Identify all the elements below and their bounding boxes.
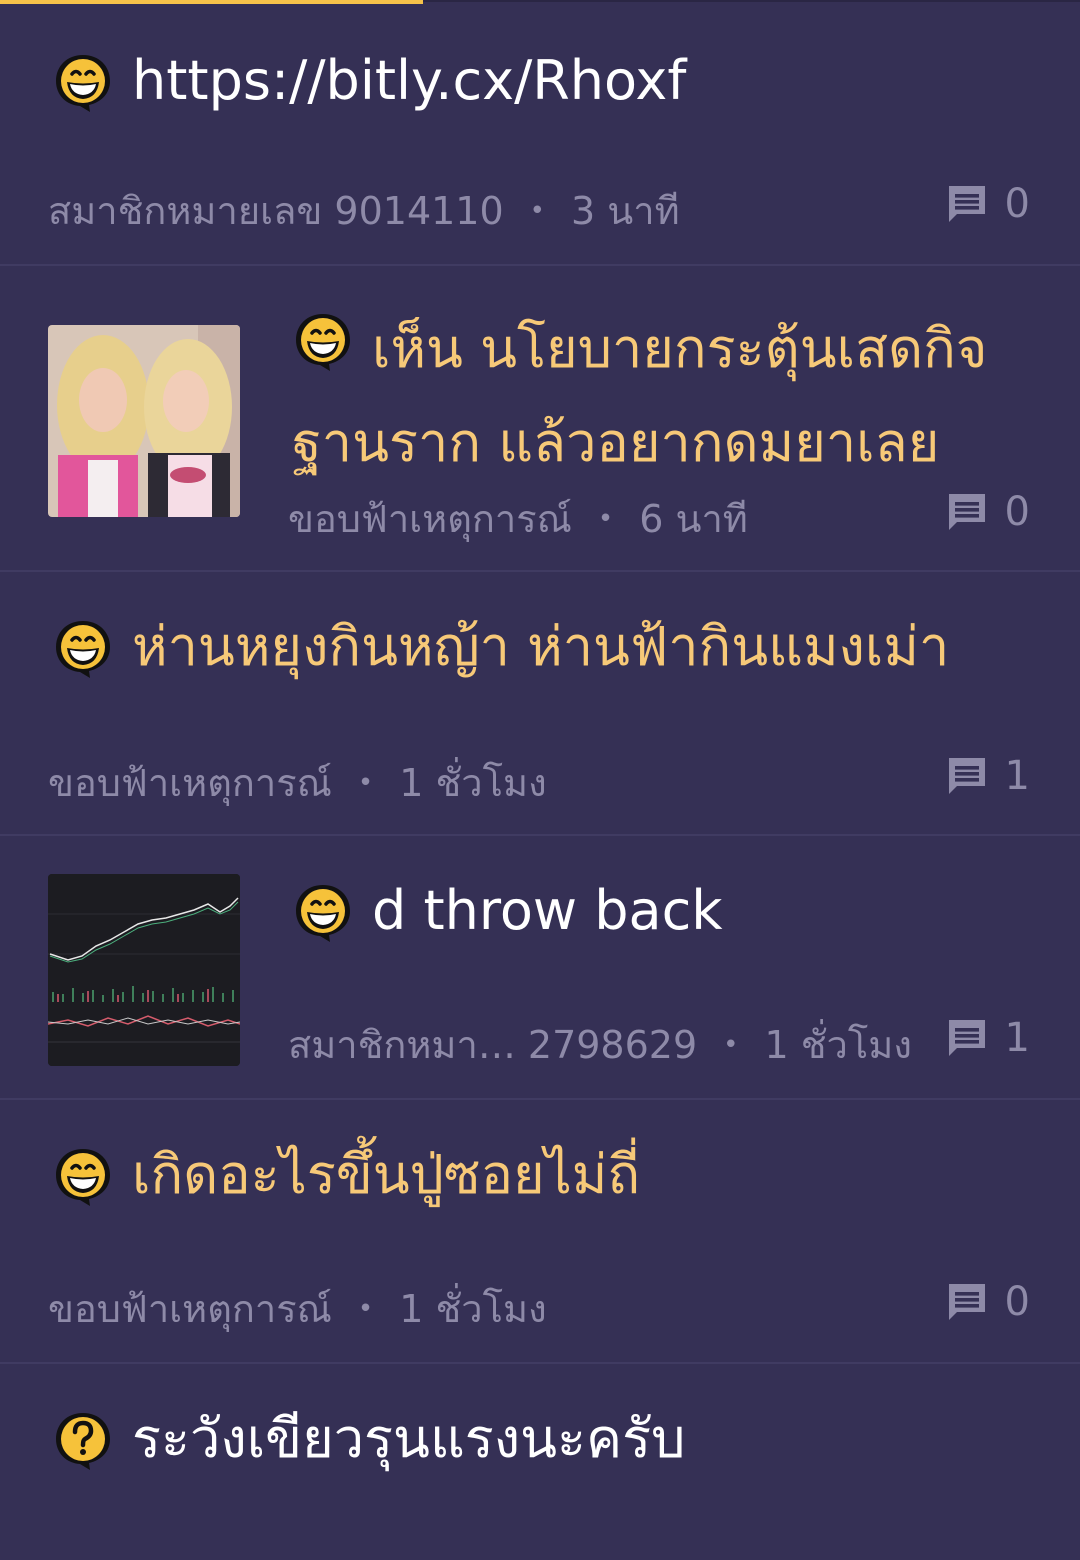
topic-item[interactable]: d throw back สมาชิกหมา… 2798629 • 1 ชั่ว… xyxy=(0,836,1080,1100)
topic-item[interactable]: ระวังเขียวรุนแรงนะครับ xyxy=(0,1364,1080,1560)
topic-item[interactable]: https://bitly.cx/Rhoxf สมาชิกหมายเลข 901… xyxy=(0,0,1080,266)
topic-item[interactable]: เกิดอะไรขึ้นปู่ซอยไม่ถี่ ขอบฟ้าเหตุการณ์… xyxy=(0,1100,1080,1364)
meta-separator: • xyxy=(529,195,545,226)
post-time: 1 ชั่วโมง xyxy=(764,1023,912,1067)
topic-title[interactable]: ระวังเขียวรุนแรงนะครับ xyxy=(132,1392,685,1486)
comment-icon xyxy=(948,1284,985,1320)
author-name[interactable]: ขอบฟ้าเหตุการณ์ xyxy=(48,752,332,813)
topic-meta: ขอบฟ้าเหตุการณ์ • 1 ชั่วโมง xyxy=(48,1278,547,1339)
topic-title[interactable]: d throw back xyxy=(372,864,723,958)
comment-count: 0 xyxy=(943,1278,1030,1326)
topic-title-row: d throw back xyxy=(292,879,723,958)
topic-meta: สมาชิกหมายเลข 9014110 • 3 นาที xyxy=(48,180,680,241)
grin-face-icon xyxy=(56,1149,110,1206)
comment-count: 0 xyxy=(943,488,1030,536)
post-time: 1 ชั่วโมง xyxy=(399,1287,547,1331)
grin-face-icon xyxy=(56,55,110,112)
meta-separator: • xyxy=(597,503,614,534)
author-name[interactable]: ขอบฟ้าเหตุการณ์ xyxy=(48,1278,332,1339)
comment-count: 0 xyxy=(943,180,1030,228)
author-name[interactable]: สมาชิกหมายเลข 9014110 xyxy=(48,180,504,241)
two-blonde-women-photo xyxy=(48,325,240,517)
topic-title[interactable]: เห็น นโยบายกระตุ้นเสดกิจฐานราก แล้วอยากด… xyxy=(292,302,1032,490)
comment-count-value: 0 xyxy=(1004,1279,1030,1325)
comment-count: 1 xyxy=(943,752,1030,800)
topic-item[interactable]: ห่านหยุงกินหญ้า ห่านฟ้ากินแมงเม่า ขอบฟ้า… xyxy=(0,572,1080,836)
comment-count: 1 xyxy=(943,1014,1030,1062)
post-time: 6 นาที xyxy=(639,497,748,541)
topic-meta: ขอบฟ้าเหตุการณ์ • 1 ชั่วโมง xyxy=(48,752,547,813)
comment-count-value: 0 xyxy=(1004,181,1030,227)
grin-face-icon xyxy=(56,621,110,678)
topic-title-row: ห่านหยุงกินหญ้า ห่านฟ้ากินแมงเม่า xyxy=(52,615,949,694)
topic-meta: สมาชิกหมา… 2798629 • 1 ชั่วโมง xyxy=(288,1014,912,1075)
topic-thumbnail[interactable] xyxy=(48,874,240,1066)
topic-title-text: เห็น นโยบายกระตุ้นเสดกิจฐานราก แล้วอยากด… xyxy=(292,317,988,474)
topic-title[interactable]: เกิดอะไรขึ้นปู่ซอยไม่ถี่ xyxy=(132,1128,640,1222)
topic-meta: ขอบฟ้าเหตุการณ์ • 6 นาที xyxy=(288,488,748,549)
question-bubble-icon xyxy=(56,1413,110,1470)
post-time: 3 นาที xyxy=(571,189,680,233)
topic-title[interactable]: https://bitly.cx/Rhoxf xyxy=(132,34,686,128)
topic-item[interactable]: เห็น นโยบายกระตุ้นเสดกิจฐานราก แล้วอยากด… xyxy=(0,266,1080,572)
post-time: 1 ชั่วโมง xyxy=(399,761,547,805)
author-name[interactable]: สมาชิกหมา… 2798629 xyxy=(288,1014,697,1075)
grin-face-icon xyxy=(296,314,350,371)
meta-separator: • xyxy=(357,767,374,798)
comment-count-value: 0 xyxy=(1004,489,1030,535)
comment-icon xyxy=(948,494,985,530)
topic-thumbnail[interactable] xyxy=(48,325,240,517)
comment-icon xyxy=(948,186,985,222)
grin-face-icon xyxy=(296,885,350,942)
topic-title-row: เกิดอะไรขึ้นปู่ซอยไม่ถี่ xyxy=(52,1143,640,1222)
comment-count-value: 1 xyxy=(1004,753,1030,799)
comment-icon xyxy=(948,758,985,794)
topic-title[interactable]: ห่านหยุงกินหญ้า ห่านฟ้ากินแมงเม่า xyxy=(132,600,949,694)
author-name[interactable]: ขอบฟ้าเหตุการณ์ xyxy=(288,488,572,549)
topic-title-row: ระวังเขียวรุนแรงนะครับ xyxy=(52,1407,685,1486)
comment-icon xyxy=(948,1020,985,1056)
comment-count-value: 1 xyxy=(1004,1015,1030,1061)
meta-separator: • xyxy=(723,1029,739,1060)
meta-separator: • xyxy=(357,1293,374,1324)
topic-title-row: https://bitly.cx/Rhoxf xyxy=(52,49,686,128)
topic-title-row: เห็น นโยบายกระตุ้นเสดกิจฐานราก แล้วอยากด… xyxy=(292,314,1032,490)
stock-chart-screenshot xyxy=(48,874,240,1066)
